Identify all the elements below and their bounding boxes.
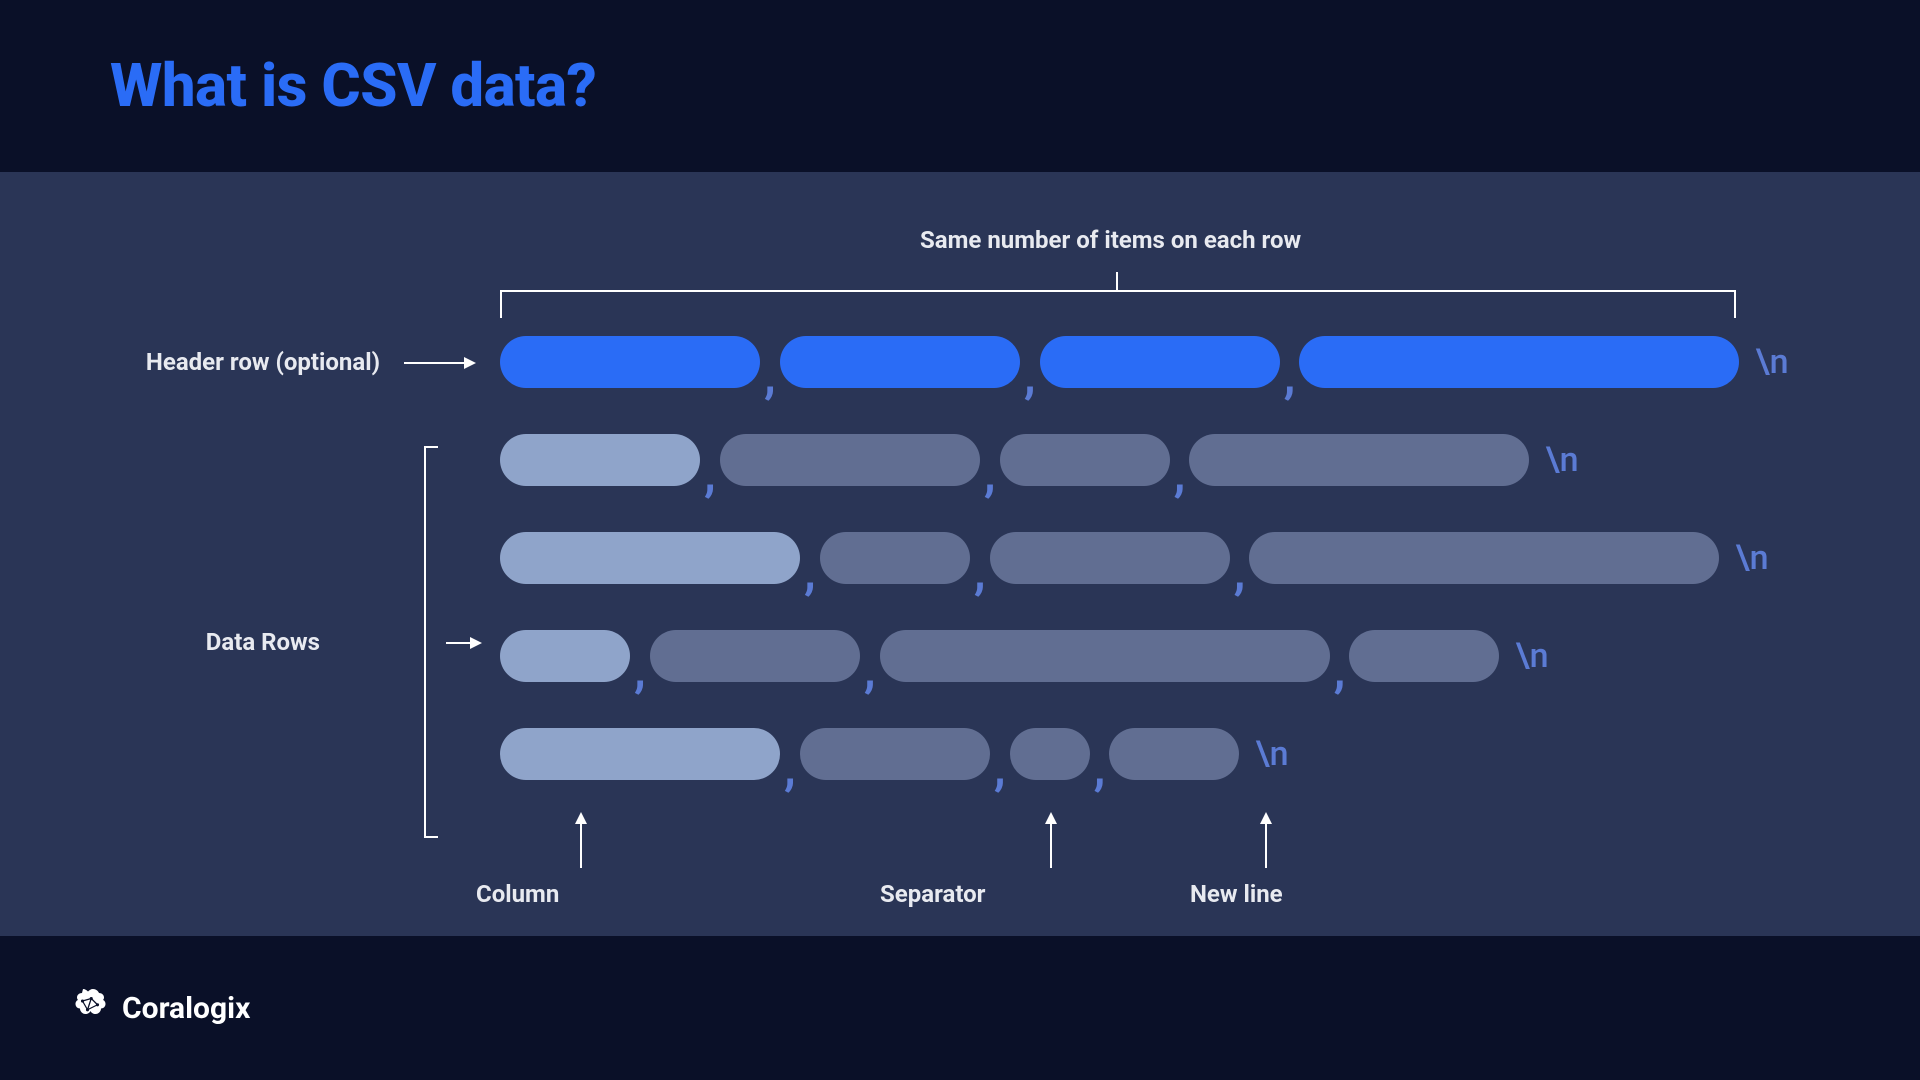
separator-glyph: , [1284,352,1296,400]
separator-glyph: , [704,450,716,498]
newline-glyph: \n [1735,538,1768,578]
newline-glyph: \n [1515,636,1548,676]
separator-glyph: , [1094,744,1106,792]
cell-pill [500,728,780,780]
page-title: What is CSV data? [110,50,1920,121]
cell-pill [1189,434,1529,486]
brain-icon [70,986,110,1030]
cell-pill [1349,630,1499,682]
separator-glyph: , [1024,352,1036,400]
arrow-newline [1265,814,1267,868]
separator-glyph: , [804,548,816,596]
arrow-separator [1050,814,1052,868]
brand-name: Coralogix [122,991,250,1026]
cell-pill [720,434,980,486]
cell-pill [500,532,800,584]
cell-pill [1249,532,1719,584]
cell-pill [1000,434,1170,486]
cell-pill [1109,728,1239,780]
cell-pill [500,434,700,486]
bracket-top [500,272,1736,322]
rows-container: ,,,\n,,,\n,,,\n,,,\n,,,\n [500,336,1789,826]
cell-pill [650,630,860,682]
arrow-data-rows [446,642,480,644]
header-band: What is CSV data? [0,0,1920,172]
cell-pill [820,532,970,584]
separator-glyph: , [984,450,996,498]
data-row: ,,,\n [500,630,1789,682]
separator-glyph: , [1334,646,1346,694]
data-row: ,,,\n [500,434,1789,486]
footer: Coralogix [0,936,1920,1080]
arrow-column [580,814,582,868]
annotation-top: Same number of items on each row [920,226,1301,254]
annotation-column: Column [476,880,559,908]
annotation-header-row: Header row (optional) [90,348,380,376]
separator-glyph: , [994,744,1006,792]
newline-glyph: \n [1755,342,1788,382]
cell-pill [780,336,1020,388]
separator-glyph: , [1234,548,1246,596]
data-row: ,,,\n [500,728,1789,780]
separator-glyph: , [634,646,646,694]
bracket-data-rows [424,446,426,838]
newline-glyph: \n [1545,440,1578,480]
cell-pill [500,630,630,682]
cell-pill [880,630,1330,682]
separator-glyph: , [1174,450,1186,498]
brand-logo: Coralogix [70,986,250,1030]
cell-pill [500,336,760,388]
annotation-newline: New line [1190,880,1283,908]
cell-pill [1040,336,1280,388]
diagram-area: Same number of items on each row Header … [0,172,1920,936]
cell-pill [990,532,1230,584]
header-row: ,,,\n [500,336,1789,388]
separator-glyph: , [784,744,796,792]
arrow-header-row [404,362,474,364]
separator-glyph: , [864,646,876,694]
cell-pill [800,728,990,780]
newline-glyph: \n [1255,734,1288,774]
cell-pill [1299,336,1739,388]
cell-pill [1010,728,1090,780]
separator-glyph: , [764,352,776,400]
annotation-separator: Separator [880,880,985,908]
data-row: ,,,\n [500,532,1789,584]
annotation-data-rows: Data Rows [170,628,320,656]
separator-glyph: , [974,548,986,596]
